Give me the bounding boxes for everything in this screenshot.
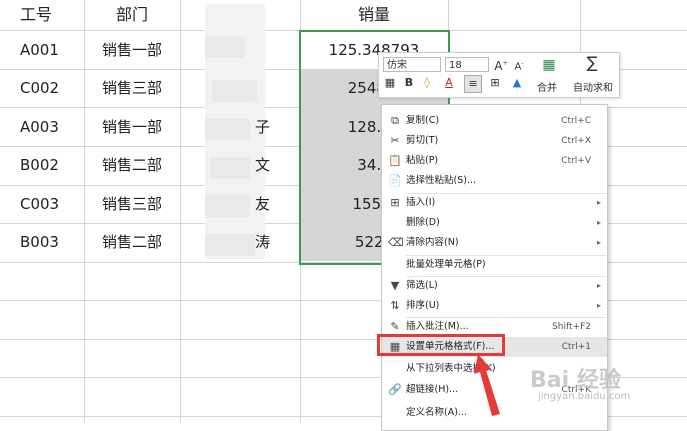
menu-shortcut: Ctrl+1 — [561, 342, 591, 352]
filter-icon: ▼ — [390, 279, 400, 292]
cell-dept[interactable]: 销售一部 — [84, 108, 180, 146]
menu-item-label: 粘贴(P) — [406, 155, 439, 166]
cell-id[interactable]: B003 — [0, 223, 84, 261]
menu-item-cut[interactable]: ✂ 剪切(T) Ctrl+X — [382, 131, 607, 151]
menu-shortcut: Ctrl+X — [561, 136, 591, 146]
menu-item-insert[interactable]: ⊞ 插入(I) ▸ — [382, 193, 607, 213]
bold-icon[interactable]: B — [401, 75, 417, 91]
menu-item-label: 插入(I) — [406, 197, 436, 208]
blurred-name — [212, 80, 257, 102]
cell-dept[interactable]: 销售一部 — [84, 31, 180, 69]
menu-item-label: 超链接(H)... — [406, 384, 459, 395]
red-arrow-icon — [474, 354, 500, 416]
cell-dept[interactable]: 销售三部 — [84, 69, 180, 107]
cell-name-partial[interactable]: 文 — [255, 146, 285, 184]
menu-item-paste-special[interactable]: 📄 选择性粘贴(S)... — [382, 171, 607, 191]
link-icon: 🔗 — [388, 383, 402, 396]
cell-name-partial[interactable]: 子 — [255, 108, 285, 146]
paste-special-icon: 📄 — [388, 174, 402, 187]
blurred-name — [205, 195, 250, 217]
mini-format-toolbar: 仿宋 18 A+ A- ▦ B ◊ A ≡ ⊞ ▲ ▦ 合并 ∑ 自动求和 — [378, 52, 620, 98]
merge-icon[interactable]: ▦ — [541, 57, 557, 73]
autosum-icon[interactable]: ∑ — [584, 55, 600, 71]
menu-item-sort[interactable]: ⇅ 排序(U) ▸ — [382, 296, 607, 316]
menu-item-paste[interactable]: 📋 粘贴(P) Ctrl+V — [382, 151, 607, 171]
menu-shortcut: Ctrl+C — [561, 116, 591, 126]
cell-dept[interactable]: 销售二部 — [84, 223, 180, 261]
blurred-name — [205, 234, 255, 256]
menu-item-label: 清除内容(N) — [406, 237, 459, 248]
watermark-url: jingyan.baidu.com — [538, 391, 631, 402]
menu-item-label: 选择性粘贴(S)... — [406, 175, 477, 186]
font-color-icon[interactable]: A — [441, 75, 457, 91]
align-center-icon[interactable]: ≡ — [464, 75, 482, 93]
decrease-font-icon[interactable]: A- — [511, 56, 527, 72]
blurred-name — [210, 157, 250, 179]
menu-item-label: 剪切(T) — [406, 135, 439, 146]
sort-icon: ⇅ — [390, 299, 400, 312]
blurred-name — [205, 118, 250, 140]
header-qty[interactable]: 销量 — [300, 0, 448, 34]
menu-shortcut: Shift+F2 — [552, 322, 591, 332]
clear-format-icon[interactable]: ▲ — [509, 75, 525, 91]
submenu-arrow-icon: ▸ — [596, 238, 601, 247]
cell-name-partial[interactable]: 涛 — [255, 223, 285, 261]
paste-icon: 📋 — [388, 154, 402, 167]
increase-font-icon[interactable]: A+ — [493, 56, 509, 73]
cell-id[interactable]: C002 — [0, 69, 84, 107]
watermark: Bai 经验 — [530, 368, 621, 393]
insert-icon: ⊞ — [390, 196, 400, 209]
menu-item-delete[interactable]: 删除(D) ▸ — [382, 213, 607, 233]
menu-item-label: 定义名称(A)... — [406, 407, 467, 418]
menu-item-batch[interactable]: 批量处理单元格(P) — [382, 255, 607, 275]
fill-color-icon[interactable]: ◊ — [419, 75, 435, 91]
menu-item-label: 复制(C) — [406, 115, 440, 126]
comment-icon: ✎ — [390, 320, 400, 333]
autosum-label[interactable]: 自动求和 — [573, 79, 613, 94]
header-id[interactable]: 工号 — [0, 0, 84, 34]
merge-label[interactable]: 合并 — [537, 79, 557, 94]
eraser-icon: ⌫ — [388, 236, 404, 249]
cell-name-partial[interactable]: 友 — [255, 185, 285, 223]
submenu-arrow-icon: ▸ — [596, 281, 601, 290]
menu-item-filter[interactable]: ▼ 筛选(L) ▸ — [382, 276, 607, 296]
cell-dept[interactable]: 销售三部 — [84, 185, 180, 223]
menu-item-label: 排序(U) — [406, 300, 440, 311]
cell-id[interactable]: B002 — [0, 146, 84, 184]
copy-icon: ⧉ — [391, 114, 399, 127]
cell-id[interactable]: A001 — [0, 31, 84, 69]
border-icon[interactable]: ⊞ — [487, 75, 503, 91]
menu-shortcut: Ctrl+V — [561, 156, 591, 166]
menu-item-label: 删除(D) — [406, 217, 440, 228]
menu-item-clear[interactable]: ⌫ 清除内容(N) ▸ — [382, 233, 607, 253]
font-name-select[interactable]: 仿宋 — [383, 57, 441, 72]
cell-id[interactable]: C003 — [0, 185, 84, 223]
format-painter-icon[interactable]: ▦ — [382, 75, 398, 91]
blurred-name — [205, 36, 245, 58]
scissors-icon: ✂ — [390, 134, 400, 147]
cell-dept[interactable]: 销售二部 — [84, 146, 180, 184]
submenu-arrow-icon: ▸ — [596, 198, 601, 207]
font-size-select[interactable]: 18 — [445, 57, 489, 72]
menu-item-label: 筛选(L) — [406, 280, 438, 291]
grid-line — [180, 0, 181, 423]
submenu-arrow-icon: ▸ — [596, 301, 601, 310]
cell-id[interactable]: A003 — [0, 108, 84, 146]
submenu-arrow-icon: ▸ — [596, 218, 601, 227]
header-dept[interactable]: 部门 — [84, 0, 180, 34]
menu-item-label: 批量处理单元格(P) — [406, 259, 486, 270]
menu-item-copy[interactable]: ⧉ 复制(C) Ctrl+C — [382, 111, 607, 131]
arrow-shape — [474, 354, 500, 416]
